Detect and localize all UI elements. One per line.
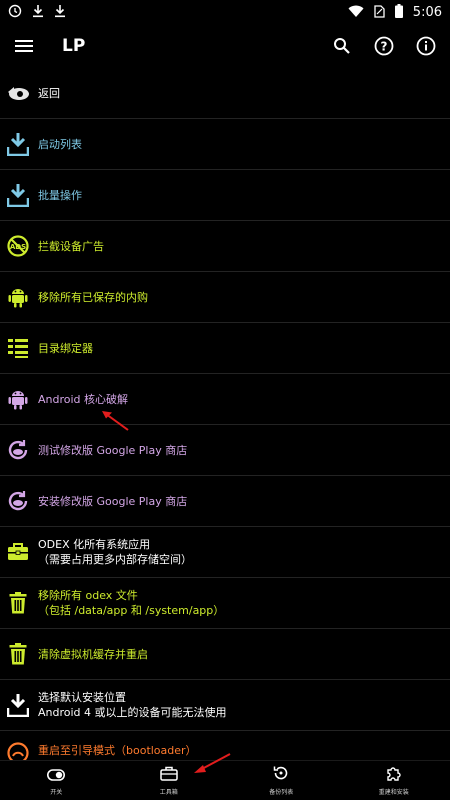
annotation-arrow-icon: [194, 753, 231, 773]
sim-icon: [374, 3, 385, 22]
menu-item-core-patch[interactable]: Android 核心破解: [0, 374, 450, 425]
nav-tab-rebuild-install[interactable]: 重建和安装: [338, 761, 450, 800]
nav-label: 重建和安装: [378, 789, 409, 796]
menu-item-label: 批量操作: [38, 188, 82, 202]
svg-text:ADS: ADS: [10, 243, 26, 251]
menu-item-label: 移除所有 odex 文件: [38, 589, 138, 602]
menu-item-label: 目录绑定器: [38, 341, 93, 355]
refresh-store-icon: [6, 438, 30, 462]
menu-item-label: 启动列表: [38, 137, 82, 151]
menu-item-install-location[interactable]: 选择默认安装位置 Android 4 或以上的设备可能无法使用: [0, 680, 450, 731]
tools-menu: 返回 启动列表 批量操作 ADS 拦截设备广告 移除所有已保存的内购 目录绑定器: [0, 68, 450, 767]
app-actions: ?: [330, 34, 438, 58]
menu-item-batch[interactable]: 批量操作: [0, 170, 450, 221]
menu-item-clear-dalvik[interactable]: 清除虚拟机缓存并重启: [0, 629, 450, 680]
trash-icon: [6, 642, 30, 666]
android-icon: [6, 285, 30, 309]
menu-item-sublabel: （需要占用更多内部存储空间）: [38, 553, 192, 566]
status-left: [8, 3, 66, 22]
menu-item-test-play-store[interactable]: 测试修改版 Google Play 商店: [0, 425, 450, 476]
help-icon[interactable]: ?: [372, 34, 396, 58]
download-icon: [32, 3, 44, 22]
toolbox-icon: [6, 540, 30, 564]
menu-item-back[interactable]: 返回: [0, 68, 450, 119]
toolbox-icon: [160, 766, 178, 785]
search-icon[interactable]: [330, 34, 354, 58]
menu-item-label: 返回: [38, 86, 60, 100]
menu-item-label: 清除虚拟机缓存并重启: [38, 647, 148, 661]
menu-item-label: 测试修改版 Google Play 商店: [38, 443, 188, 457]
battery-icon: [394, 3, 403, 22]
nav-tab-backups[interactable]: 备份列表: [225, 761, 338, 800]
download-box-icon: [6, 132, 30, 156]
menu-item-install-play-store[interactable]: 安装修改版 Google Play 商店: [0, 476, 450, 527]
menu-item-label: 拦截设备广告: [38, 239, 104, 253]
menu-item-sublabel: （包括 /data/app 和 /system/app）: [38, 604, 225, 617]
menu-item-block-ads[interactable]: ADS 拦截设备广告: [0, 221, 450, 272]
app-title: LP: [62, 36, 86, 56]
status-time: 5:06: [412, 4, 442, 20]
menu-item-remove-purchases[interactable]: 移除所有已保存的内购: [0, 272, 450, 323]
menu-item-text: 移除所有 odex 文件 （包括 /data/app 和 /system/app…: [38, 588, 224, 618]
menu-item-label: ODEX 化所有系统应用: [38, 538, 151, 551]
menu-item-label: 安装修改版 Google Play 商店: [38, 494, 188, 508]
backup-icon: [273, 765, 289, 785]
nav-tab-switches[interactable]: 开关: [0, 761, 113, 800]
menu-item-text: ODEX 化所有系统应用 （需要占用更多内部存储空间）: [38, 537, 192, 567]
app-bar: LP ?: [0, 24, 450, 68]
menu-item-remove-odex[interactable]: 移除所有 odex 文件 （包括 /data/app 和 /system/app…: [0, 578, 450, 629]
puzzle-icon: [386, 765, 402, 785]
menu-item-label: 重启至引导模式（bootloader）: [38, 744, 197, 757]
download-icon: [54, 3, 66, 22]
download-box-icon: [6, 693, 30, 717]
menu-item-boot-list[interactable]: 启动列表: [0, 119, 450, 170]
menu-item-label: Android 核心破解: [38, 392, 129, 406]
nav-label: 工具箱: [159, 788, 178, 796]
list-bind-icon: [6, 336, 30, 360]
menu-item-label: 选择默认安装位置: [38, 691, 126, 704]
ads-block-icon: ADS: [6, 234, 30, 258]
menu-item-dir-binder[interactable]: 目录绑定器: [0, 323, 450, 374]
trash-icon: [6, 591, 30, 615]
status-right: 5:06: [348, 3, 442, 22]
info-icon[interactable]: [414, 34, 438, 58]
back-icon: [6, 81, 30, 105]
menu-item-text: 选择默认安装位置 Android 4 或以上的设备可能无法使用: [38, 690, 227, 720]
nav-label: 备份列表: [269, 789, 294, 796]
status-bar: 5:06: [0, 0, 450, 24]
annotation-arrow-icon: [102, 411, 129, 431]
toggle-icon: [47, 766, 66, 785]
alarm-icon: [8, 3, 22, 22]
nav-label: 开关: [50, 788, 63, 796]
download-box-icon: [6, 183, 30, 207]
menu-item-odex-all[interactable]: ODEX 化所有系统应用 （需要占用更多内部存储空间）: [0, 527, 450, 578]
menu-item-label: 移除所有已保存的内购: [38, 290, 148, 304]
menu-item-sublabel: Android 4 或以上的设备可能无法使用: [38, 706, 227, 719]
menu-icon[interactable]: [12, 34, 36, 58]
svg-text:?: ?: [381, 40, 388, 54]
wifi-icon: [348, 3, 364, 22]
refresh-store-icon: [6, 489, 30, 513]
android-icon: [6, 387, 30, 411]
